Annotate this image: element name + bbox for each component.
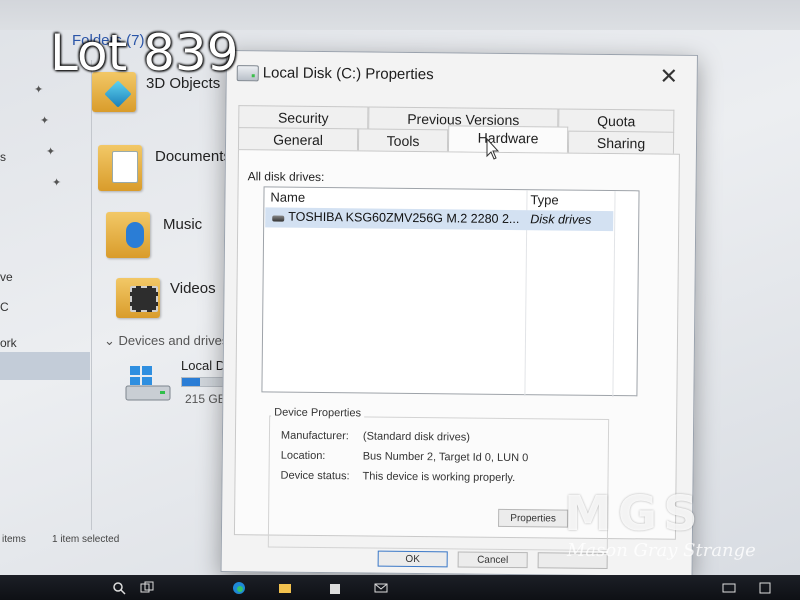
tab-hardware[interactable]: Hardware [447, 125, 569, 153]
navigation-pane: s ve C ork [0, 60, 92, 530]
task-view-icon[interactable] [140, 581, 154, 595]
tab-general[interactable]: General [237, 127, 359, 151]
cancel-button[interactable]: Cancel [457, 551, 528, 569]
file-explorer-icon[interactable] [278, 581, 292, 595]
manufacturer-value: (Standard disk drives) [362, 430, 471, 444]
notification-icon[interactable] [758, 581, 772, 595]
status-items-count: items [2, 534, 26, 545]
device-status-label: Device status: [280, 469, 350, 483]
music-folder-icon [106, 212, 150, 258]
pin-icon[interactable]: ✦ [46, 145, 56, 158]
folder-label: Documents [155, 148, 231, 165]
all-disk-drives-label: All disk drives: [247, 169, 325, 185]
chevron-down-icon: ⌄ [104, 333, 115, 348]
manufacturer-label: Manufacturer: [280, 429, 349, 443]
close-button[interactable]: ✕ [655, 63, 683, 89]
status-selection: 1 item selected [52, 534, 120, 545]
videos-folder-icon [116, 278, 160, 318]
nav-item-partial-1[interactable]: s [0, 150, 6, 164]
pin-icon[interactable]: ✦ [40, 114, 50, 127]
properties-button[interactable]: Properties [498, 508, 569, 528]
keyboard-icon[interactable] [722, 581, 736, 595]
mouse-pointer-icon [486, 138, 500, 160]
dialog-title: Local Disk (C:) Properties [262, 64, 434, 84]
mgs-watermark-logo: MGS [564, 486, 704, 542]
pin-icon[interactable]: ✦ [52, 176, 62, 189]
search-icon[interactable] [112, 581, 126, 595]
folder-label: Music [163, 216, 203, 233]
store-icon[interactable] [328, 581, 342, 595]
disk-drives-list[interactable]: Name Type TOSHIBA KSG60ZMV256G M.2 2280 … [261, 186, 640, 398]
location-value: Bus Number 2, Target Id 0, LUN 0 [362, 450, 529, 465]
close-icon: ✕ [659, 63, 679, 89]
tab-sharing[interactable]: Sharing [567, 130, 675, 154]
navigation-selected-item[interactable] [0, 352, 90, 380]
folder-label: Videos [170, 280, 216, 297]
documents-folder-icon [98, 145, 142, 191]
lot-number-label: Lot 839 [50, 24, 239, 82]
device-properties-title: Device Properties [271, 406, 365, 420]
column-header-type[interactable]: Type [530, 190, 558, 210]
drive-icon [236, 65, 259, 82]
location-label: Location: [280, 449, 326, 463]
ok-button[interactable]: OK [377, 550, 448, 568]
edge-browser-icon[interactable] [232, 581, 246, 595]
nav-item-partial-3[interactable]: C [0, 300, 9, 314]
windows-taskbar [0, 575, 800, 600]
column-header-name[interactable]: Name [270, 187, 305, 207]
local-disk-drive-icon[interactable] [122, 360, 174, 406]
drive-row-name[interactable]: TOSHIBA KSG60ZMV256G M.2 2280 2... [288, 210, 519, 226]
disk-drive-icon [272, 215, 285, 222]
mgs-watermark-text: Mason Gray Strange [567, 540, 756, 561]
drive-row-type[interactable]: Disk drives [530, 212, 591, 227]
tab-quota[interactable]: Quota [558, 108, 675, 132]
tab-security[interactable]: Security [238, 105, 369, 129]
tab-tools[interactable]: Tools [357, 128, 449, 152]
device-status-value: This device is working properly. [362, 470, 516, 485]
mail-icon[interactable] [374, 581, 388, 595]
pin-icon[interactable]: ✦ [34, 83, 44, 96]
nav-item-partial-4[interactable]: ork [0, 336, 17, 350]
nav-item-partial-2[interactable]: ve [0, 270, 13, 284]
